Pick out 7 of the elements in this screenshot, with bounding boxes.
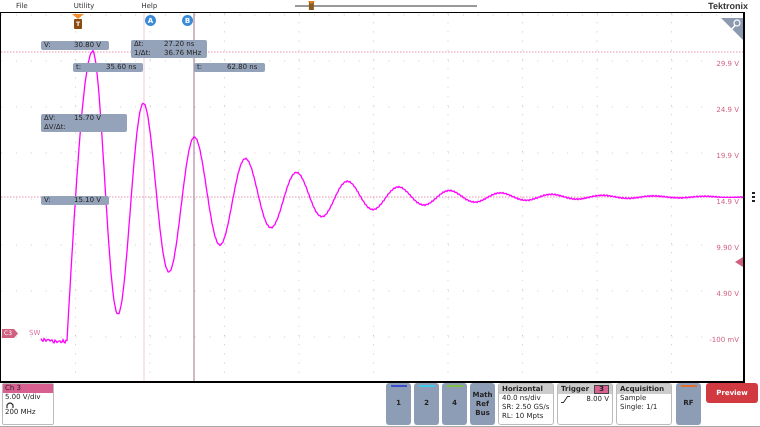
bandwidth-icon bbox=[6, 402, 14, 408]
trigger-level-icon bbox=[735, 257, 743, 267]
rising-edge-icon bbox=[561, 396, 570, 403]
position-slider[interactable] bbox=[295, 1, 478, 11]
more-icon[interactable] bbox=[752, 192, 756, 202]
zoom-icon[interactable] bbox=[721, 18, 743, 40]
brand-logo: Tektronix bbox=[708, 1, 748, 11]
